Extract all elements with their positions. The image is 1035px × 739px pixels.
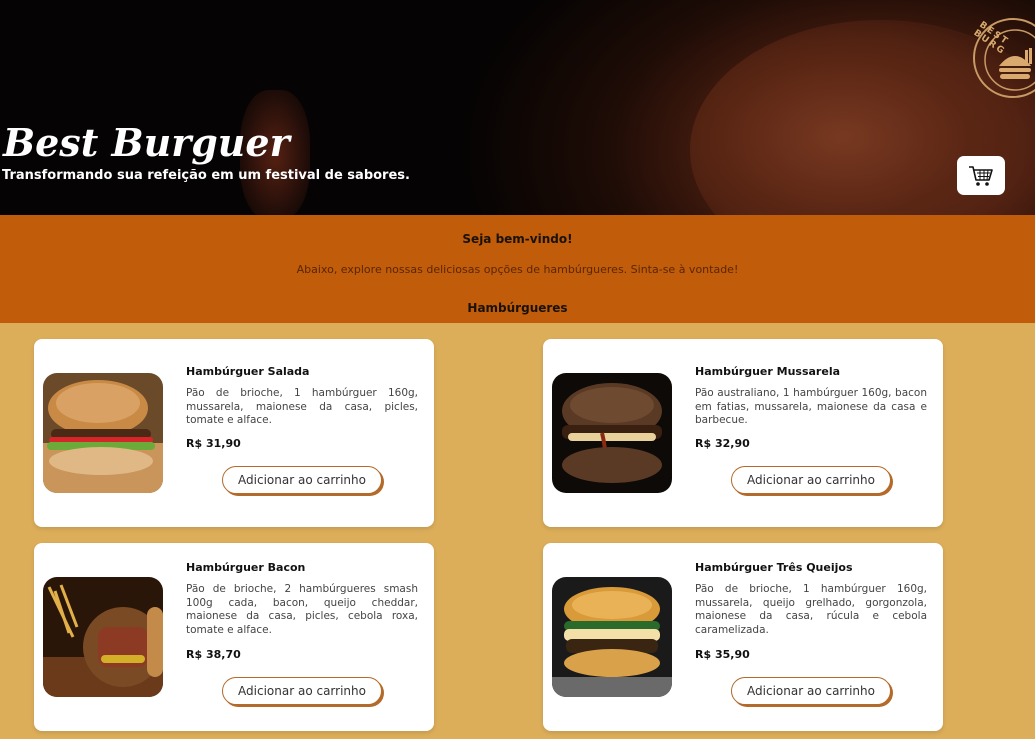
product-name: Hambúrguer Mussarela bbox=[695, 365, 841, 378]
cart-icon bbox=[969, 165, 993, 186]
product-price: R$ 32,90 bbox=[695, 437, 750, 450]
hero-banner: BEST BURG Best Burguer Transformando sua… bbox=[0, 0, 1035, 215]
add-to-cart-button[interactable]: Adicionar ao carrinho bbox=[731, 466, 891, 494]
product-price: R$ 35,90 bbox=[695, 648, 750, 661]
product-name: Hambúrguer Salada bbox=[186, 365, 310, 378]
product-name: Hambúrguer Bacon bbox=[186, 561, 306, 574]
welcome-title: Seja bem-vindo! bbox=[462, 232, 573, 246]
add-to-cart-button[interactable]: Adicionar ao carrinho bbox=[731, 677, 891, 705]
product-description: Pão de brioche, 1 hambúrguer 160g, mussa… bbox=[695, 583, 927, 636]
site-subtitle: Transformando sua refeição em um festiva… bbox=[2, 168, 410, 183]
product-image-tres-queijos bbox=[552, 577, 672, 697]
product-image-mussarela bbox=[552, 373, 672, 493]
product-name: Hambúrguer Três Queijos bbox=[695, 561, 853, 574]
add-to-cart-button[interactable]: Adicionar ao carrinho bbox=[222, 466, 382, 494]
product-image-salada bbox=[43, 373, 163, 493]
product-card-salada: Hambúrguer Salada Pão de brioche, 1 hamb… bbox=[34, 339, 434, 527]
cart-button[interactable] bbox=[957, 156, 1005, 195]
product-description: Pão australiano, 1 hambúrguer 160g, baco… bbox=[695, 387, 927, 426]
product-image-bacon bbox=[43, 577, 163, 697]
welcome-section: Seja bem-vindo! Abaixo, explore nossas d… bbox=[0, 215, 1035, 323]
product-description: Pão de brioche, 2 hambúrgueres smash 100… bbox=[186, 583, 418, 636]
product-card-mussarela: Hambúrguer Mussarela Pão australiano, 1 … bbox=[543, 339, 943, 527]
section-title: Hambúrgueres bbox=[467, 301, 568, 315]
welcome-text: Abaixo, explore nossas deliciosas opções… bbox=[296, 263, 739, 276]
product-price: R$ 38,70 bbox=[186, 648, 241, 661]
product-price: R$ 31,90 bbox=[186, 437, 241, 450]
site-title: Best Burguer bbox=[3, 120, 290, 165]
add-to-cart-button[interactable]: Adicionar ao carrinho bbox=[222, 677, 382, 705]
product-description: Pão de brioche, 1 hambúrguer 160g, mussa… bbox=[186, 387, 418, 426]
product-card-tres-queijos: Hambúrguer Três Queijos Pão de brioche, … bbox=[543, 543, 943, 731]
product-card-bacon: Hambúrguer Bacon Pão de brioche, 2 hambú… bbox=[34, 543, 434, 731]
